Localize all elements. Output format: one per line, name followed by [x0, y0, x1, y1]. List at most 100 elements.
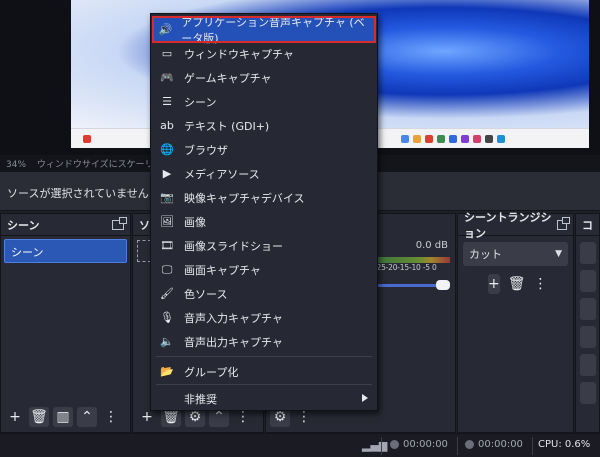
- menu-item-label: ウィンドウキャプチャ: [184, 47, 294, 61]
- image-icon: 🖼: [160, 215, 174, 228]
- menu-item-label: 非推奨: [184, 392, 217, 406]
- control-button[interactable]: [580, 354, 596, 376]
- taskbar-app-icon: [473, 135, 481, 143]
- control-button[interactable]: [580, 326, 596, 348]
- submenu-arrow-icon: [362, 394, 368, 402]
- transition-select[interactable]: カット ▼: [463, 242, 568, 266]
- record-status-icon: [390, 440, 399, 449]
- menu-separator: [156, 384, 372, 385]
- menu-item-label: 画像スライドショー: [184, 239, 283, 253]
- add-transition-button[interactable]: +: [488, 274, 500, 294]
- menu-item[interactable]: ▭ ウィンドウキャプチャ: [154, 42, 374, 65]
- menu-item[interactable]: 🎞 画像スライドショー: [154, 234, 374, 257]
- db-readout: 0.0 dB: [415, 240, 448, 251]
- menu-item[interactable]: 🔈 音声出力キャプチャ: [154, 330, 374, 353]
- menu-item-deprecated[interactable]: 非推奨: [154, 387, 374, 410]
- menu-item[interactable]: 🌐 ブラウザ: [154, 138, 374, 161]
- controls-dock-title: コ: [582, 218, 593, 232]
- globe-icon: 🌐: [160, 143, 174, 156]
- scene-list-item[interactable]: シーン: [4, 239, 127, 263]
- menu-item-group[interactable]: 📂 グループ化: [154, 360, 374, 383]
- control-button[interactable]: [580, 382, 596, 404]
- move-scene-up-button[interactable]: ⌃: [77, 407, 97, 427]
- menu-item[interactable]: 🖵 画面キャプチャ: [154, 258, 374, 281]
- menu-item-label: ブラウザ: [184, 143, 228, 157]
- transition-dock: シーントランジション カット ▼ + 🗑 ⋮: [457, 211, 574, 433]
- status-bar: ▂▄▆ 00:00:00 00:00:00 CPU: 0.6%: [0, 433, 600, 457]
- stream-time: 00:00:00: [478, 439, 523, 450]
- control-button[interactable]: [580, 270, 596, 292]
- menu-item[interactable]: 🎮 ゲームキャプチャ: [154, 66, 374, 89]
- zoom-level: 34%: [6, 160, 27, 170]
- menu-item-label: グループ化: [184, 365, 239, 379]
- menu-item-label: 映像キャプチャデバイス: [184, 191, 305, 205]
- menu-item[interactable]: 📷 映像キャプチャデバイス: [154, 186, 374, 209]
- menu-item-label: 音声入力キャプチャ: [184, 311, 283, 325]
- menu-item[interactable]: ab テキスト (GDI+): [154, 114, 374, 137]
- menu-separator: [156, 356, 372, 357]
- signal-bars-icon: ▂▄▆: [362, 439, 388, 452]
- menu-item[interactable]: 🎙 音声入力キャプチャ: [154, 306, 374, 329]
- sources-dock-title: ソ: [139, 218, 150, 232]
- taskbar-app-icon: [485, 135, 493, 143]
- control-button[interactable]: [580, 242, 596, 264]
- stream-status-icon: [465, 440, 474, 449]
- menu-item-label: 画像: [184, 215, 206, 229]
- menu-item[interactable]: 🔊 アプリケーション音声キャプチャ (ベータ版): [152, 16, 376, 45]
- menu-item[interactable]: ▶ メディアソース: [154, 162, 374, 185]
- control-button[interactable]: [580, 298, 596, 320]
- speaker-icon: 🔈: [160, 335, 174, 348]
- audio-app-icon: 🔊: [158, 23, 173, 36]
- menu-item-label: アプリケーション音声キャプチャ (ベータ版): [181, 15, 365, 45]
- meter-scale: -25-20-15-10 -5 0: [374, 263, 437, 272]
- remove-scene-button[interactable]: 🗑: [29, 407, 49, 427]
- menu-item-label: 画面キャプチャ: [184, 263, 261, 277]
- microphone-icon: 🎙: [160, 311, 174, 324]
- menu-item-label: 音声出力キャプチャ: [184, 335, 283, 349]
- camera-icon: 📷: [160, 191, 174, 204]
- source-item-icon[interactable]: [137, 240, 151, 262]
- scenes-dock-title: シーン: [7, 218, 40, 232]
- menu-item-label: シーン: [184, 95, 217, 109]
- menu-item-label: テキスト (GDI+): [184, 119, 270, 133]
- taskbar-app-icon: [425, 135, 433, 143]
- taskbar-app-icon: [83, 135, 91, 143]
- transition-dock-title: シーントランジション: [464, 210, 552, 240]
- undock-icon[interactable]: [556, 216, 571, 230]
- scenes-dock: シーン シーン + 🗑 ▥ ⌃ ⋮: [0, 213, 131, 433]
- menu-item-label: 色ソース: [184, 287, 228, 301]
- cpu-usage: CPU: 0.6%: [538, 439, 591, 450]
- brush-icon: 🖌: [160, 287, 174, 300]
- menu-item[interactable]: ☰ シーン: [154, 90, 374, 113]
- transition-selected: カット: [469, 248, 502, 261]
- transition-more-button[interactable]: ⋮: [534, 274, 548, 294]
- taskbar-app-icon: [497, 135, 505, 143]
- window-icon: ▭: [161, 47, 173, 60]
- taskbar-app-icon: [437, 135, 445, 143]
- scene-more-button[interactable]: ⋮: [101, 407, 121, 427]
- play-icon: ▶: [162, 167, 172, 180]
- taskbar-app-icon: [461, 135, 469, 143]
- add-source-menu: 🔊 アプリケーション音声キャプチャ (ベータ版) ▭ ウィンドウキャプチャ 🎮 ゲームキャ…: [150, 13, 378, 411]
- controls-dock: コ: [575, 213, 600, 433]
- text-icon: ab: [160, 119, 174, 132]
- menu-item[interactable]: 🖼 画像: [154, 210, 374, 233]
- monitor-icon: 🖵: [161, 262, 173, 276]
- gamepad-icon: 🎮: [160, 71, 174, 84]
- undock-icon[interactable]: [112, 216, 127, 230]
- menu-item[interactable]: 🖌 色ソース: [154, 282, 374, 305]
- folder-icon: 📂: [160, 365, 174, 378]
- audio-meter: 0.0 dB -25-20-15-10 -5 0: [374, 236, 454, 296]
- add-scene-button[interactable]: +: [5, 407, 25, 427]
- scene-filters-button[interactable]: ▥: [53, 407, 73, 427]
- taskbar-app-icon: [413, 135, 421, 143]
- menu-item-label: ゲームキャプチャ: [184, 71, 272, 85]
- taskbar-app-icon: [401, 135, 409, 143]
- remove-transition-button[interactable]: 🗑: [508, 274, 526, 294]
- chevron-down-icon: ▼: [555, 249, 562, 259]
- fader-knob[interactable]: [436, 280, 450, 290]
- record-time: 00:00:00: [403, 439, 448, 450]
- volume-fader[interactable]: [374, 280, 450, 290]
- list-icon: ☰: [162, 95, 172, 108]
- taskbar-app-icon: [449, 135, 457, 143]
